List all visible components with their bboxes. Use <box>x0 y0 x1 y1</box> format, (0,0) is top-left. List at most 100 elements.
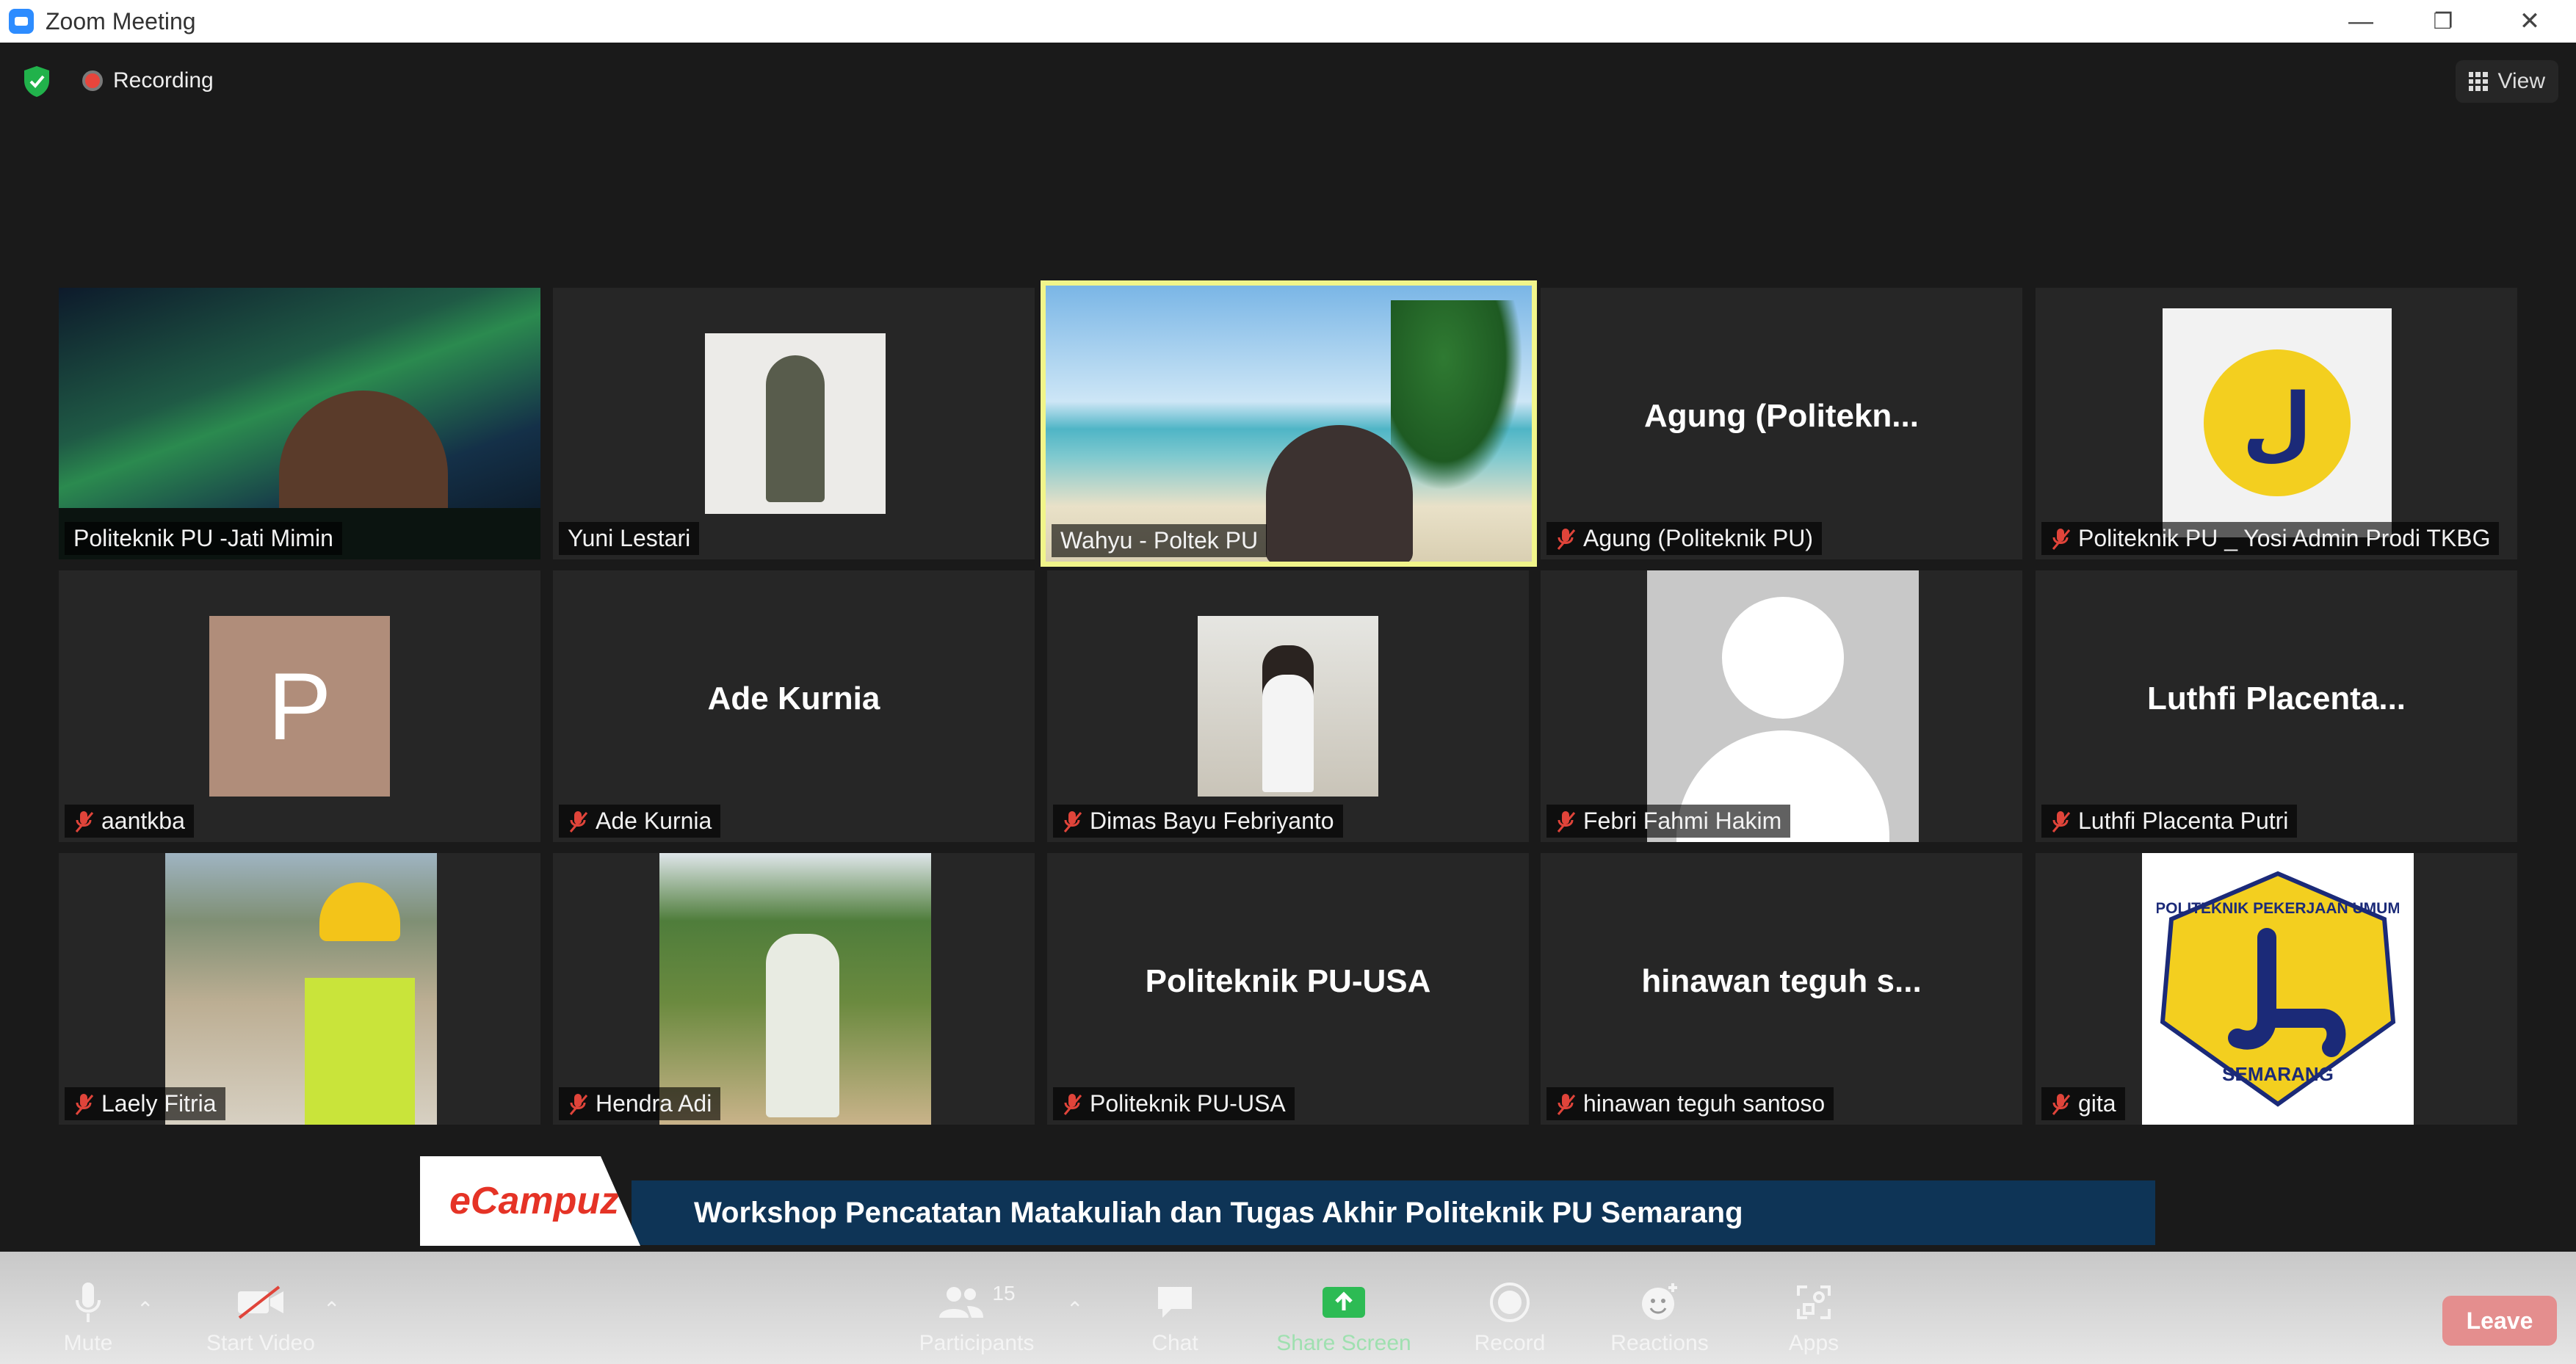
participant-photo <box>165 853 437 1125</box>
grid-view-icon <box>2468 72 2488 91</box>
participant-display-name: Luthfi Placenta... <box>2146 681 2406 717</box>
participant-name-label: Wahyu - Poltek PU <box>1052 524 1267 557</box>
mic-muted-icon <box>1557 810 1576 832</box>
meeting-toolbar: Mute ⌃ Start Video ⌃ 15 Participants ⌃ C… <box>0 1252 2576 1364</box>
participant-photo <box>705 333 886 514</box>
mic-muted-icon <box>1557 1093 1576 1115</box>
video-off-icon <box>238 1285 283 1319</box>
mic-muted-icon <box>1063 810 1082 832</box>
workshop-banner: Workshop Pencatatan Matakuliah dan Tugas… <box>632 1180 2155 1245</box>
logo-text-bottom: SEMARANG <box>2222 1063 2334 1085</box>
participant-photo <box>1198 616 1378 797</box>
chat-icon <box>1158 1287 1192 1318</box>
participant-name-label: Politeknik PU _ Yosi Admin Prodi TKBG <box>2041 522 2500 555</box>
participant-name-label: Politeknik PU -Jati Mimin <box>65 522 342 555</box>
mic-muted-icon <box>75 810 94 832</box>
workshop-banner-text: Workshop Pencatatan Matakuliah dan Tugas… <box>694 1196 1743 1229</box>
mic-muted-icon <box>1063 1093 1082 1115</box>
politeknik-logo-image: POLITEKNIK PEKERJAAN UMUM SEMARANG <box>2142 853 2414 1125</box>
ecampuz-brand: eCampuz <box>449 1180 620 1222</box>
mic-muted-icon <box>569 810 588 832</box>
participant-display-name: Politeknik PU-USA <box>1145 963 1431 999</box>
video-tile[interactable]: Dimas Bayu Febriyanto <box>1047 570 1529 842</box>
record-button[interactable]: Record <box>1466 1252 1554 1364</box>
default-avatar-image <box>1647 570 1919 842</box>
share-screen-button[interactable]: Share Screen <box>1270 1252 1417 1364</box>
video-tile[interactable]: Ade Kurnia Ade Kurnia <box>553 570 1035 842</box>
video-tile[interactable]: POLITEKNIK PEKERJAAN UMUM SEMARANG gita <box>2036 853 2517 1125</box>
video-options-caret[interactable]: ⌃ <box>323 1297 340 1321</box>
politeknik-logo-image: ل <box>2163 308 2392 537</box>
recording-dot-icon <box>82 70 103 91</box>
participants-button[interactable]: 15 Participants <box>914 1252 1039 1364</box>
window-title: Zoom Meeting <box>46 7 196 35</box>
participant-display-name: Agung (Politekn... <box>1644 398 1919 434</box>
participant-name-label: gita <box>2041 1087 2125 1120</box>
mic-muted-icon <box>2052 1093 2071 1115</box>
video-tile[interactable]: Luthfi Placenta... Luthfi Placenta Putri <box>2036 570 2517 842</box>
zoom-app-icon <box>9 9 34 34</box>
participant-display-name: hinawan teguh s... <box>1641 963 1922 999</box>
video-tile[interactable]: Laely Fitria <box>59 853 540 1125</box>
chat-button[interactable]: Chat <box>1131 1252 1219 1364</box>
participant-name-label: Luthfi Placenta Putri <box>2041 805 2298 838</box>
participant-display-name: Ade Kurnia <box>707 681 880 717</box>
video-tile[interactable]: Yuni Lestari <box>553 288 1035 559</box>
close-button[interactable]: ✕ <box>2489 0 2570 43</box>
meeting-top-bar: Recording View <box>0 43 2576 123</box>
active-speaker-tile[interactable]: Wahyu - Poltek PU <box>1041 280 1537 567</box>
participant-name-label: Politeknik PU-USA <box>1053 1087 1295 1120</box>
apps-icon <box>1797 1285 1831 1319</box>
participants-count: 15 <box>992 1282 1016 1305</box>
video-tile[interactable]: P aantkba <box>59 570 540 842</box>
audio-options-caret[interactable]: ⌃ <box>137 1297 153 1321</box>
apps-button[interactable]: Apps <box>1770 1252 1858 1364</box>
politeknik-emblem: POLITEKNIK PEKERJAAN UMUM SEMARANG <box>2157 871 2399 1107</box>
microphone-icon <box>76 1283 101 1322</box>
mic-muted-icon <box>75 1093 94 1115</box>
recording-label: Recording <box>113 68 214 92</box>
mic-muted-icon <box>1557 528 1576 550</box>
video-tile[interactable]: Hendra Adi <box>553 853 1035 1125</box>
participant-name-label: Hendra Adi <box>559 1087 721 1120</box>
ecampuz-logo: eCampuz® <box>420 1156 640 1246</box>
video-tile[interactable]: Febri Fahmi Hakim <box>1541 570 2022 842</box>
record-icon <box>1490 1283 1530 1322</box>
palm-tree-image <box>1391 300 1523 491</box>
leave-button[interactable]: Leave <box>2442 1296 2557 1346</box>
mic-muted-icon <box>2052 528 2071 550</box>
reactions-icon <box>1642 1283 1677 1320</box>
minimize-button[interactable]: — <box>2320 0 2401 43</box>
video-tile[interactable]: hinawan teguh s... hinawan teguh santoso <box>1541 853 2022 1125</box>
share-screen-icon <box>1323 1287 1365 1318</box>
reactions-button[interactable]: Reactions <box>1601 1252 1718 1364</box>
mic-muted-icon <box>569 1093 588 1115</box>
participant-name-label: Febri Fahmi Hakim <box>1546 805 1791 838</box>
recording-indicator[interactable]: Recording <box>82 65 214 97</box>
video-tile[interactable]: Politeknik PU-USA Politeknik PU-USA <box>1047 853 1529 1125</box>
participant-name-label: Yuni Lestari <box>559 522 700 555</box>
restore-button[interactable]: ❐ <box>2403 0 2483 43</box>
view-button[interactable]: View <box>2455 60 2558 103</box>
view-label: View <box>2497 69 2545 93</box>
participant-name-label: Laely Fitria <box>65 1087 225 1120</box>
start-video-button[interactable]: Start Video <box>198 1252 323 1364</box>
participants-icon <box>939 1287 984 1318</box>
mic-muted-icon <box>2052 810 2071 832</box>
participant-photo <box>659 853 931 1125</box>
participant-name-label: Dimas Bayu Febriyanto <box>1053 805 1343 838</box>
avatar-letter: P <box>209 616 390 797</box>
participant-name-label: Ade Kurnia <box>559 805 721 838</box>
participant-name-label: hinawan teguh santoso <box>1546 1087 1834 1120</box>
participant-name-label: Agung (Politeknik PU) <box>1546 522 1823 555</box>
video-tile[interactable]: Agung (Politekn... Agung (Politeknik PU) <box>1541 288 2022 559</box>
video-tile[interactable]: ل Politeknik PU _ Yosi Admin Prodi TKBG <box>2036 288 2517 559</box>
security-shield-icon[interactable] <box>22 65 51 98</box>
mute-button[interactable]: Mute <box>44 1252 132 1364</box>
participant-name-label: aantkba <box>65 805 194 838</box>
logo-text-top: POLITEKNIK PEKERJAAN UMUM <box>2157 900 2399 917</box>
title-bar: Zoom Meeting — ❐ ✕ <box>0 0 2576 43</box>
participant-face-image <box>1266 425 1413 562</box>
participants-options-caret[interactable]: ⌃ <box>1066 1297 1083 1321</box>
video-tile[interactable]: Politeknik PU -Jati Mimin <box>59 288 540 559</box>
